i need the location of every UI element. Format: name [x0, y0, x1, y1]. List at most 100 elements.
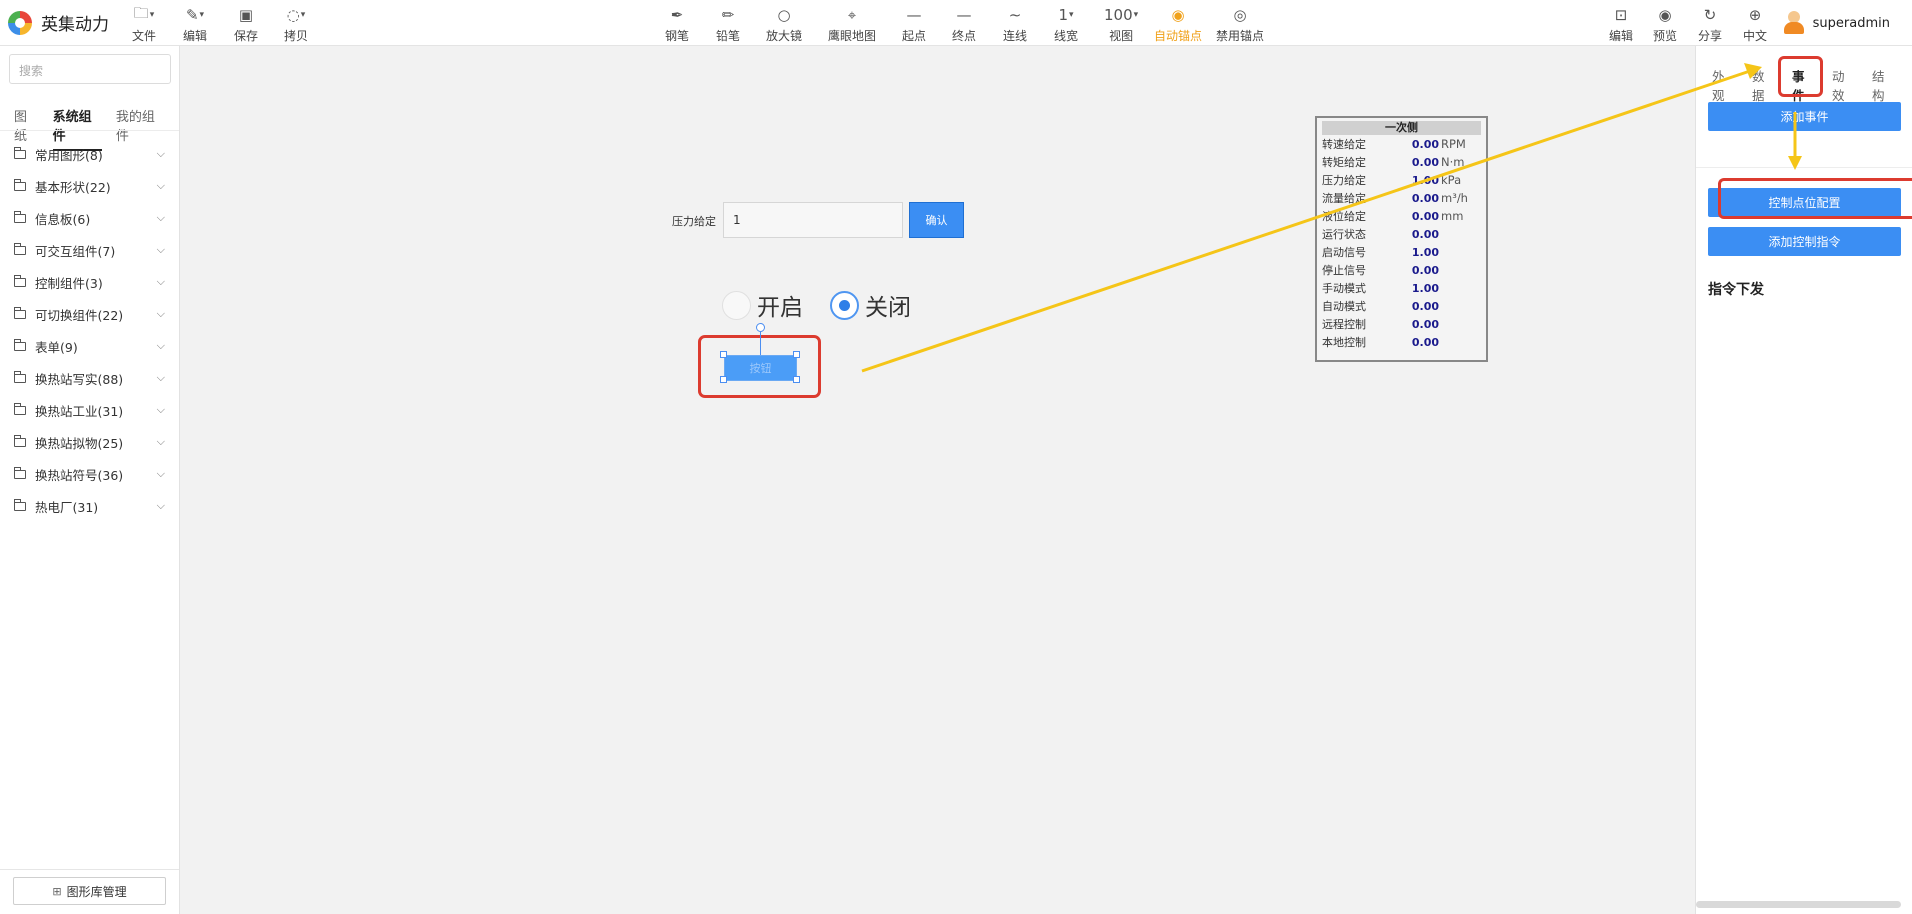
magnifier-tool[interactable]: ○ 放大镜 [766, 4, 802, 44]
category-item[interactable]: 常用图形(8) ⌵ [0, 138, 179, 170]
line-width-dropdown[interactable]: 1 ▾ 线宽 [1054, 4, 1078, 44]
category-item[interactable]: 可切换组件(22) ⌵ [0, 298, 179, 330]
eagle-eye-map-tool[interactable]: ⌖ 鹰眼地图 [828, 4, 876, 44]
map-pin-icon: ⌖ [847, 6, 857, 24]
folder-icon [14, 210, 26, 223]
pencil-icon: ✏ [721, 6, 735, 24]
pressure-input[interactable]: 1 [723, 202, 903, 238]
info-label: 手动模式 [1322, 282, 1366, 295]
info-row: 压力给定 1.00 kPa [1322, 171, 1481, 189]
add-event-button[interactable]: 添加事件 [1708, 102, 1901, 131]
save-button[interactable]: ▣ 保存 [234, 4, 258, 44]
info-row: 停止信号 0.00 [1322, 261, 1481, 279]
info-label: 启动信号 [1322, 246, 1366, 259]
canvas-button-component[interactable]: 按钮 [724, 355, 797, 381]
highlight-control-config [1718, 178, 1912, 219]
category-item[interactable]: 换热站写实(88) ⌵ [0, 362, 179, 394]
resize-handle-bottom-right[interactable] [793, 376, 800, 383]
radio-off[interactable]: 关闭 [830, 288, 911, 322]
category-item[interactable]: 基本形状(22) ⌵ [0, 170, 179, 202]
info-label: 运行状态 [1322, 228, 1366, 241]
chevron-down-icon[interactable]: ⌵ [157, 211, 165, 225]
info-value: 0.00 [1411, 317, 1439, 331]
category-item[interactable]: 换热站拟物(25) ⌵ [0, 426, 179, 458]
language-button[interactable]: ⊕ 中文 [1743, 4, 1767, 44]
auto-anchor-tool[interactable]: ◉ 自动锚点 [1154, 4, 1202, 44]
add-control-command-button[interactable]: 添加控制指令 [1708, 227, 1901, 256]
info-value: 1.00 [1411, 281, 1439, 295]
chevron-down-icon[interactable]: ⌵ [157, 467, 165, 481]
resize-handle-top-right[interactable] [793, 351, 800, 358]
chevron-down-icon[interactable]: ⌵ [157, 339, 165, 353]
highlight-events-tab [1778, 56, 1823, 97]
chevron-down-icon[interactable]: ⌵ [157, 371, 165, 385]
confirm-button[interactable]: 确认 [909, 202, 964, 238]
line-start-tool[interactable]: — 起点 [902, 4, 926, 44]
edit-menu-button[interactable]: ✎ ▾ 编辑 [183, 4, 207, 44]
pencil-tool[interactable]: ✏ 铅笔 [716, 4, 740, 44]
info-board[interactable]: 一次侧 转速给定 0.00 RPM 转矩给定 0.00 N·m 压力给定 1.00 kPa 流量给… [1315, 116, 1488, 362]
footer-divider [0, 869, 179, 870]
chevron-down-icon[interactable]: ⌵ [157, 243, 165, 257]
info-unit: mm [1441, 209, 1464, 223]
folder-icon [14, 370, 26, 383]
view-zoom-dropdown[interactable]: 100 ▾ 视图 [1104, 4, 1138, 44]
chevron-down-icon: ▾ [1133, 10, 1139, 20]
resize-handle-bottom-left[interactable] [720, 376, 727, 383]
connect-line-tool[interactable]: ∼ 连线 [1003, 4, 1027, 44]
info-value: 1.00 [1411, 173, 1439, 187]
info-board-title: 一次侧 [1322, 121, 1481, 135]
chevron-down-icon[interactable]: ⌵ [157, 147, 165, 161]
folder-icon [14, 466, 26, 479]
chevron-down-icon[interactable]: ⌵ [157, 435, 165, 449]
info-row: 本地控制 0.00 [1322, 333, 1481, 351]
pen-icon: ✒ [670, 6, 684, 24]
edit-mode-button[interactable]: ⊡ 编辑 [1609, 4, 1633, 44]
category-item[interactable]: 表单(9) ⌵ [0, 330, 179, 362]
edit-icon: ✎ ▾ [185, 6, 205, 24]
category-item[interactable]: 换热站符号(36) ⌵ [0, 458, 179, 490]
category-item[interactable]: 换热站工业(31) ⌵ [0, 394, 179, 426]
horizontal-scrollbar[interactable] [1696, 901, 1901, 908]
radio-on[interactable]: 开启 [722, 288, 803, 322]
share-button[interactable]: ↻ 分享 [1698, 4, 1722, 44]
anchor-auto-icon: ◉ [1171, 6, 1185, 24]
app-logo: 英集动力 [8, 10, 109, 35]
app-name: 英集动力 [41, 15, 109, 35]
library-manage-button[interactable]: ⊞ 图形库管理 [13, 877, 166, 905]
username: superadmin [1812, 15, 1890, 31]
info-row: 转速给定 0.00 RPM [1322, 135, 1481, 153]
file-menu-button[interactable]: 🗀 ▾ 文件 [132, 4, 156, 44]
info-value: 0.00 [1411, 299, 1439, 313]
search-input[interactable]: 搜索 [9, 54, 171, 84]
chevron-down-icon[interactable]: ⌵ [157, 499, 165, 513]
disable-anchor-tool[interactable]: ◎ 禁用锚点 [1216, 4, 1264, 44]
chevron-down-icon[interactable]: ⌵ [157, 179, 165, 193]
user-menu[interactable]: superadmin [1783, 11, 1890, 35]
info-label: 停止信号 [1322, 264, 1366, 277]
info-label: 转速给定 [1322, 138, 1366, 151]
info-value: 0.00 [1411, 263, 1439, 277]
category-item[interactable]: 控制组件(3) ⌵ [0, 266, 179, 298]
chevron-down-icon[interactable]: ⌵ [157, 403, 165, 417]
info-value: 1.00 [1411, 245, 1439, 259]
copy-menu-button[interactable]: ◌ ▾ 拷贝 [284, 4, 308, 44]
save-icon: ▣ [238, 6, 254, 24]
chevron-down-icon[interactable]: ⌵ [157, 307, 165, 321]
info-label: 压力给定 [1322, 174, 1366, 187]
info-unit: N·m [1441, 155, 1465, 169]
line-width-value: 1 [1058, 6, 1069, 24]
resize-handle-top-left[interactable] [720, 351, 727, 358]
line-end-tool[interactable]: — 终点 [952, 4, 976, 44]
radio-circle-checked [830, 290, 859, 320]
rotation-handle[interactable] [756, 323, 765, 332]
category-item[interactable]: 可交互组件(7) ⌵ [0, 234, 179, 266]
preview-button[interactable]: ◉ 预览 [1653, 4, 1677, 44]
category-item[interactable]: 热电厂(31) ⌵ [0, 490, 179, 522]
category-item[interactable]: 信息板(6) ⌵ [0, 202, 179, 234]
component-library-panel: 搜索 图纸 系统组件 我的组件 常用图形(8) ⌵ 基本形状(22) ⌵ 信息板(6) ⌵… [0, 46, 180, 914]
pen-tool[interactable]: ✒ 钢笔 [665, 4, 689, 44]
chevron-down-icon[interactable]: ⌵ [157, 275, 165, 289]
category-list: 常用图形(8) ⌵ 基本形状(22) ⌵ 信息板(6) ⌵ 可交互组件(7) ⌵ 控制组件(3)… [0, 138, 179, 522]
info-value: 0.00 [1411, 191, 1439, 205]
